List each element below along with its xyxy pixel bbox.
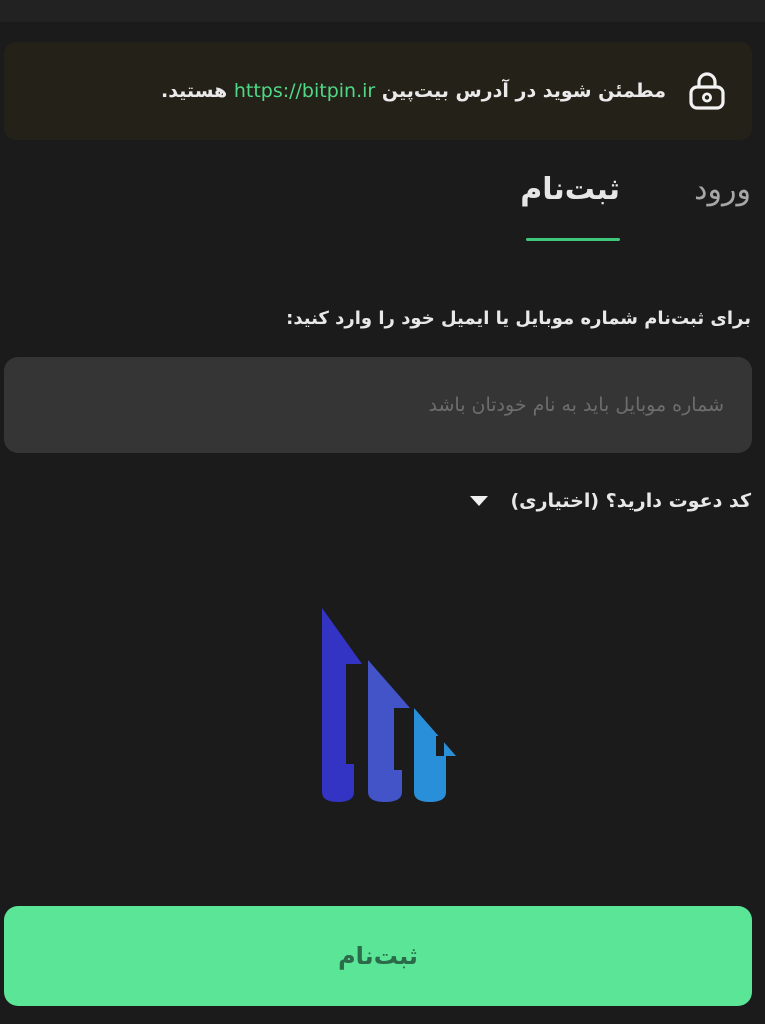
auth-tabs: ورود ثبت‌نام: [0, 172, 765, 247]
notice-text-after: هستید.: [160, 80, 228, 102]
phone-or-email-input[interactable]: [4, 357, 752, 453]
tab-register[interactable]: ثبت‌نام: [520, 172, 620, 207]
phone-field-label: برای ثبت‌نام شماره موبایل یا ایمیل خود ر…: [286, 308, 751, 329]
register-submit-button[interactable]: ثبت‌نام: [4, 906, 752, 1006]
active-tab-indicator: [526, 238, 620, 241]
register-page: مطمئن شوید در آدرس بیت‌پین https://bitpi…: [0, 0, 765, 1024]
top-bar: [0, 0, 765, 22]
notice-text: مطمئن شوید در آدرس بیت‌پین https://bitpi…: [161, 80, 666, 102]
tab-login[interactable]: ورود: [694, 172, 751, 207]
referral-code-toggle[interactable]: کد دعوت دارید؟ (اختیاری): [470, 490, 751, 512]
caret-down-icon: [470, 496, 489, 506]
security-notice: مطمئن شوید در آدرس بیت‌پین https://bitpi…: [4, 42, 752, 140]
notice-url[interactable]: https://bitpin.ir: [234, 80, 375, 102]
bitpin-logo-icon: [318, 604, 458, 804]
referral-code-label: کد دعوت دارید؟ (اختیاری): [510, 490, 751, 512]
lock-icon: [684, 68, 730, 114]
notice-text-before: مطمئن شوید در آدرس بیت‌پین: [381, 80, 666, 102]
